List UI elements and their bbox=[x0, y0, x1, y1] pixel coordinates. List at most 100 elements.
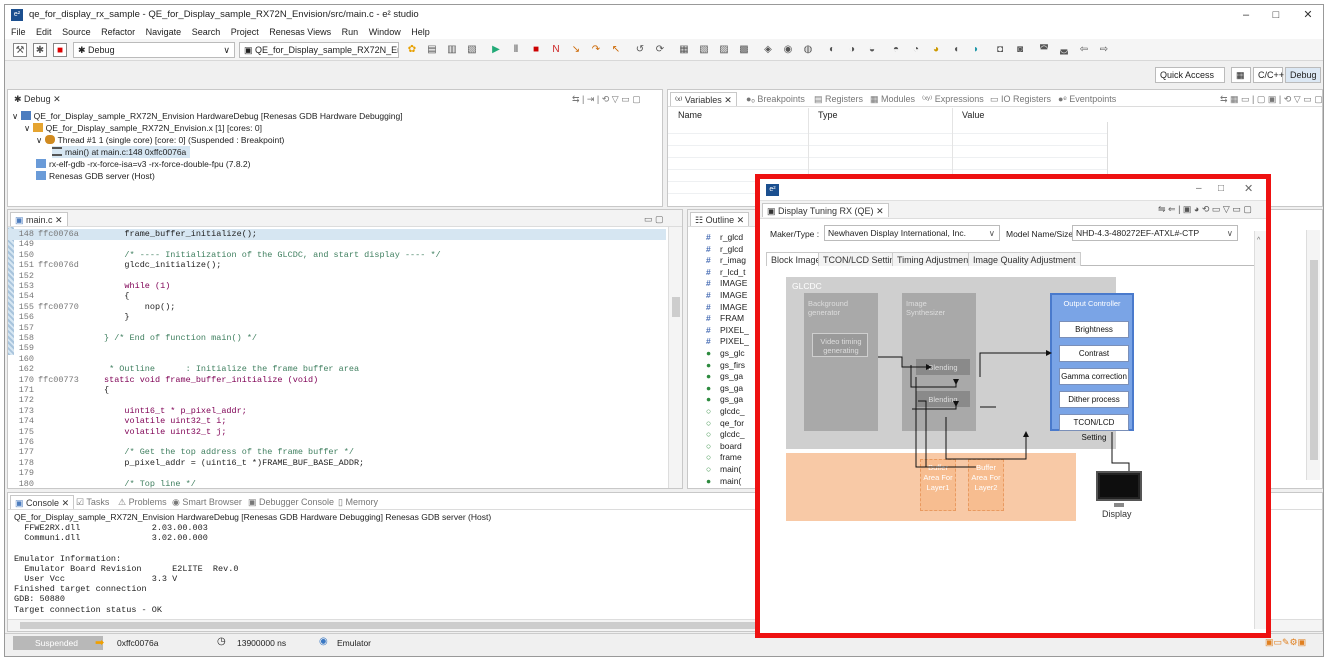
toolbar-tool-icon[interactable]: ◍ bbox=[801, 43, 815, 57]
toolbar-tool-icon[interactable]: ◗ bbox=[969, 43, 983, 57]
menu-navigate[interactable]: Navigate bbox=[146, 27, 182, 37]
code-line[interactable]: 149 bbox=[8, 239, 666, 250]
tab-modules[interactable]: ▦ Modules bbox=[866, 92, 919, 106]
code-line[interactable]: 148 ffc0076a frame_buffer_initialize(); bbox=[8, 229, 666, 240]
code-line[interactable]: 171 { bbox=[8, 385, 666, 396]
code-line[interactable]: 159 bbox=[8, 343, 666, 354]
toolbar-tool-icon[interactable]: ◕ bbox=[929, 43, 943, 57]
outline-item[interactable]: ● gs_glc bbox=[706, 348, 745, 359]
menu-edit[interactable]: Edit bbox=[36, 27, 52, 37]
launch-mode-select[interactable]: ✱ Debug ∨ bbox=[73, 42, 235, 58]
code-line[interactable]: 172 bbox=[8, 395, 666, 406]
code-line[interactable]: 153 while (1) bbox=[8, 281, 666, 292]
perspective-debug[interactable]: Debug bbox=[1285, 67, 1321, 83]
code-line[interactable]: 176 bbox=[8, 437, 666, 448]
tab-registers[interactable]: ▤ Registers bbox=[810, 92, 867, 106]
outline-item[interactable]: # IMAGE bbox=[706, 290, 747, 301]
code-line[interactable]: 180 /* Top line */ bbox=[8, 479, 666, 488]
tab-display-tuning[interactable]: ▣ Display Tuning RX (QE) ✕ bbox=[762, 203, 889, 217]
code-line[interactable]: 150 /* ---- Initialization of the GLCDC,… bbox=[8, 250, 666, 261]
toolbar-tool-icon[interactable]: ◈ bbox=[761, 43, 775, 57]
toolbar-tool-icon[interactable]: ▧ bbox=[697, 43, 711, 57]
outline-item[interactable]: # r_lcd_t bbox=[706, 267, 746, 278]
outline-item[interactable]: # IMAGE bbox=[706, 278, 747, 289]
menu-refactor[interactable]: Refactor bbox=[101, 27, 135, 37]
back-icon[interactable]: ⇦ bbox=[1077, 43, 1091, 57]
code-line[interactable]: 158} /* End of function main() */ bbox=[8, 333, 666, 344]
tab-main-c[interactable]: ▣ main.c ✕ bbox=[10, 212, 68, 226]
code-line[interactable]: 151 ffc0076d glcdc_initialize(); bbox=[8, 260, 666, 271]
tab-timing-adjustment[interactable]: Timing Adjustment bbox=[892, 252, 976, 266]
menu-window[interactable]: Window bbox=[369, 27, 401, 37]
right-scrollbar[interactable] bbox=[1306, 230, 1320, 480]
outline-item[interactable]: ○ qe_for bbox=[706, 418, 744, 429]
new-file-icon[interactable]: ▤ bbox=[425, 43, 439, 57]
toolbar-tool-icon[interactable]: ◒ bbox=[865, 43, 879, 57]
outline-item[interactable]: # FRAM bbox=[706, 313, 744, 324]
tab-variables[interactable]: ⁽ˣ⁾ Variables ✕ bbox=[670, 92, 737, 106]
toolbar-tool-icon[interactable]: ◙ bbox=[1013, 43, 1027, 57]
code-line[interactable]: 157 bbox=[8, 323, 666, 334]
code-line[interactable]: 174 volatile uint32_t i; bbox=[8, 416, 666, 427]
tree-gdb-server[interactable]: Renesas GDB server (Host) bbox=[36, 170, 155, 182]
tab-eventpoints[interactable]: ●ᵉ Eventpoints bbox=[1054, 92, 1120, 106]
toolbar-tool-icon[interactable]: ◛ bbox=[1057, 43, 1071, 57]
debug-bug-icon[interactable]: ✱ bbox=[33, 43, 47, 57]
tree-stack-frame[interactable]: main() at main.c:148 0xffc0076a bbox=[52, 146, 191, 158]
menu-run[interactable]: Run bbox=[342, 27, 359, 37]
open-perspective-icon[interactable]: ▦ bbox=[1231, 67, 1251, 83]
dialog-minimize-button[interactable]: – bbox=[1196, 183, 1202, 194]
outline-item[interactable]: # PIXEL_ bbox=[706, 336, 749, 347]
build-hammer-icon[interactable]: ⚒ bbox=[13, 43, 27, 57]
disconnect-icon[interactable]: N bbox=[549, 43, 563, 57]
menu-renesas-views[interactable]: Renesas Views bbox=[269, 27, 331, 37]
tab-io-registers[interactable]: ▭ IO Registers bbox=[986, 92, 1055, 106]
tab-outline[interactable]: ☷ Outline ✕ bbox=[690, 212, 750, 226]
restart-icon[interactable]: ⟳ bbox=[653, 43, 667, 57]
save-icon[interactable]: ▥ bbox=[445, 43, 459, 57]
close-button[interactable]: ✕ bbox=[1293, 7, 1323, 23]
code-line[interactable]: 178 p_pixel_addr = (uint16_t *)FRAME_BUF… bbox=[8, 458, 666, 469]
toolbar-tool-icon[interactable]: ◓ bbox=[889, 43, 903, 57]
outline-item[interactable]: # r_imag bbox=[706, 255, 746, 266]
dialog-maximize-button[interactable]: □ bbox=[1218, 183, 1224, 194]
maker-select[interactable]: Newhaven Display International, Inc. ∨ bbox=[824, 225, 1000, 241]
tab-problems[interactable]: ⚠ Problems bbox=[114, 495, 171, 509]
toolbar-tool-icon[interactable]: ▨ bbox=[717, 43, 731, 57]
view-toolbar[interactable]: ⇋ ⇐ | ▣ ◕ ⟲ ▭ ▽ ▭ ▢ bbox=[1158, 204, 1252, 215]
code-line[interactable]: 177 /* Get the top address of the frame … bbox=[8, 447, 666, 458]
code-line[interactable]: 175 volatile uint32_t j; bbox=[8, 427, 666, 438]
toolbar-tool-icon[interactable]: ◖ bbox=[949, 43, 963, 57]
status-tray-icons[interactable]: ▣▭✎⚙▣ bbox=[1265, 637, 1319, 650]
dialog-scrollbar[interactable]: ^ bbox=[1254, 231, 1266, 629]
tab-console[interactable]: ▣ Console ✕ bbox=[10, 495, 75, 509]
code-line[interactable]: 156 } bbox=[8, 312, 666, 323]
perspective-cpp[interactable]: C/C++ bbox=[1253, 67, 1284, 83]
forward-icon[interactable]: ⇨ bbox=[1097, 43, 1111, 57]
code-line[interactable]: 173 uint16_t * p_pixel_addr; bbox=[8, 406, 666, 417]
editor-minmax-icon[interactable]: ▭ ▢ bbox=[640, 212, 668, 226]
toolbar-tool-icon[interactable]: ◑ bbox=[845, 43, 859, 57]
outline-item[interactable]: # r_glcd bbox=[706, 244, 743, 255]
quick-access-input[interactable]: Quick Access bbox=[1155, 67, 1225, 83]
reset-icon[interactable]: ↺ bbox=[633, 43, 647, 57]
stop-icon[interactable]: ■ bbox=[53, 43, 67, 57]
outline-item[interactable]: ● gs_ga bbox=[706, 394, 743, 405]
minimize-button[interactable]: – bbox=[1231, 7, 1261, 23]
debug-view-toolbar[interactable]: ⇆ | ⇥ | ⟲ ▽ ▭ ▢ bbox=[568, 92, 645, 106]
dialog-close-button[interactable]: ✕ bbox=[1244, 182, 1253, 195]
code-line[interactable]: 179 bbox=[8, 468, 666, 479]
outline-item[interactable]: # IMAGE bbox=[706, 302, 747, 313]
outline-item[interactable]: ● main( bbox=[706, 476, 741, 487]
tab-image-quality-adjustment[interactable]: Image Quality Adjustment bbox=[968, 252, 1081, 266]
step-over-icon[interactable]: ↷ bbox=[589, 43, 603, 57]
tab-debug[interactable]: ✱ Debug ✕ bbox=[10, 92, 65, 106]
tab-expressions[interactable]: ⁽ˣʸ⁾ Expressions bbox=[918, 92, 988, 106]
outline-item[interactable]: ○ board bbox=[706, 441, 742, 452]
outline-item[interactable]: ○ frame bbox=[706, 452, 742, 463]
tab-memory[interactable]: ▯ Memory bbox=[334, 495, 382, 509]
outline-item[interactable]: ○ main( bbox=[706, 464, 741, 475]
maximize-button[interactable]: □ bbox=[1261, 7, 1291, 23]
code-line[interactable]: 152 bbox=[8, 271, 666, 282]
toolbar-tool-icon[interactable]: ▦ bbox=[677, 43, 691, 57]
